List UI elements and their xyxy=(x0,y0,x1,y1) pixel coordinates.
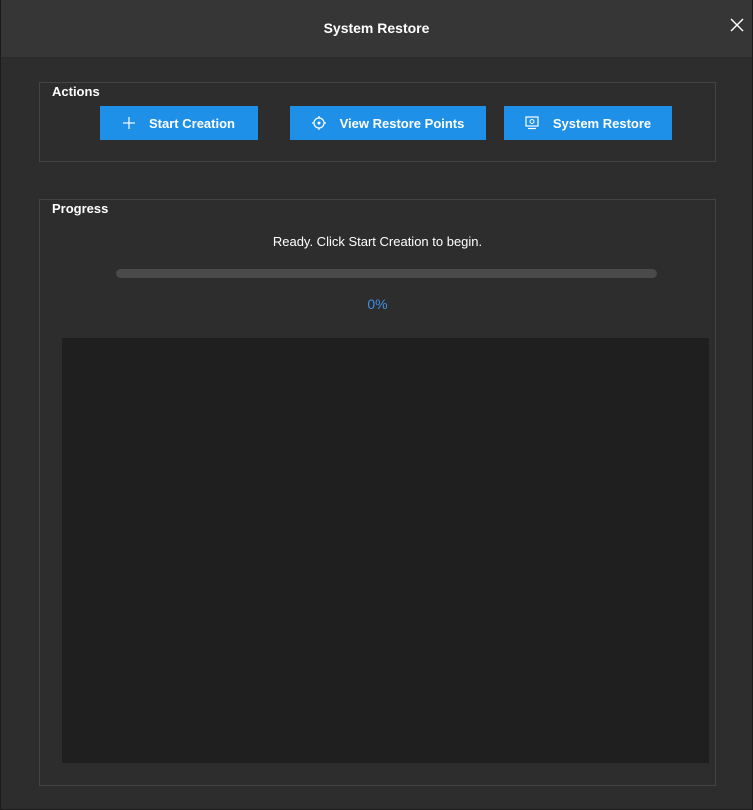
plus-icon xyxy=(123,117,136,129)
progress-legend: Progress xyxy=(52,201,109,216)
system-restore-label: System Restore xyxy=(552,115,652,131)
progress-bar xyxy=(116,269,657,278)
start-creation-button[interactable]: Start Creation xyxy=(100,106,258,140)
progress-percent: 0% xyxy=(367,296,388,312)
title-bar[interactable]: System Restore xyxy=(1,0,752,58)
view-restore-points-button[interactable]: View Restore Points xyxy=(290,106,486,140)
close-icon xyxy=(730,18,744,32)
actions-group: Actions Start Creation View Restore Poin… xyxy=(39,82,716,162)
view-restore-points-label: View Restore Points xyxy=(339,115,465,131)
log-output[interactable] xyxy=(62,338,709,763)
start-creation-label: Start Creation xyxy=(149,115,235,131)
close-button[interactable] xyxy=(728,16,746,34)
progress-group: Progress Ready. Click Start Creation to … xyxy=(39,199,716,786)
actions-legend: Actions xyxy=(52,84,100,99)
monitor-icon xyxy=(525,116,539,130)
target-icon xyxy=(311,116,326,130)
system-restore-button[interactable]: System Restore xyxy=(504,106,672,140)
window-title: System Restore xyxy=(323,20,430,36)
status-text: Ready. Click Start Creation to begin. xyxy=(272,234,483,249)
system-restore-window: System Restore Actions Start Creation Vi… xyxy=(0,0,753,810)
